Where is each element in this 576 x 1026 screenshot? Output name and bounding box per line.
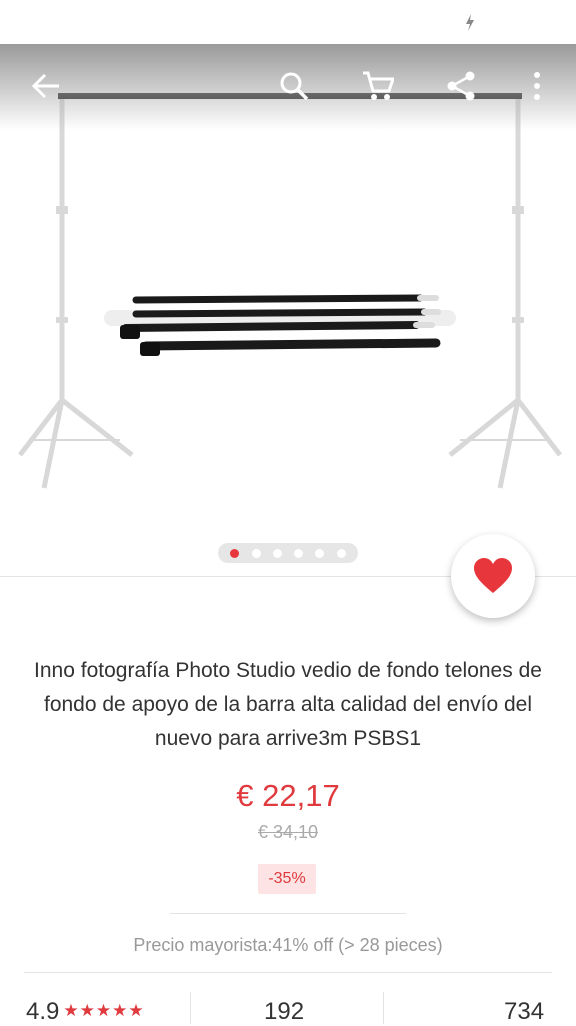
rating-summary[interactable]: 4.9 ★★★★★ (26, 998, 145, 1026)
pagination-dot[interactable] (230, 548, 240, 558)
share-button[interactable] (441, 66, 481, 106)
network-indicator: 3G ↑↓ (396, 4, 417, 30)
heart-icon (474, 558, 512, 593)
wishlist-count[interactable]: 734 (504, 998, 544, 1026)
discount-badge: -35% (258, 864, 316, 894)
wholesale-price-info[interactable]: Precio mayorista:41% off (> 28 pieces) (0, 935, 576, 956)
product-price: € 22,17 (236, 778, 340, 813)
more-vert-icon (534, 72, 540, 100)
crossbar-rods (104, 294, 456, 351)
product-title: Inno fotografía Photo Studio vedio de fo… (34, 659, 542, 750)
orders-count[interactable]: 192 (264, 998, 304, 1026)
gallery-pagination (218, 543, 358, 563)
status-bar: 3G ↑↓ 19:55 (0, 0, 576, 44)
divider (190, 992, 191, 1024)
cart-icon (363, 71, 394, 100)
signal-icon (426, 10, 452, 32)
pagination-dot[interactable] (294, 548, 304, 558)
cart-button[interactable] (358, 66, 398, 106)
share-icon (447, 71, 475, 101)
back-button[interactable] (26, 66, 66, 106)
add-to-wishlist-button[interactable] (451, 534, 535, 618)
product-stats: 4.9 ★★★★★ 192 734 (0, 990, 576, 1026)
toolbar (0, 44, 576, 130)
battery-charging-icon (462, 8, 478, 34)
search-icon (280, 72, 309, 101)
backdrop-stand-illustration (18, 96, 562, 489)
search-button[interactable] (274, 66, 314, 106)
more-options-button[interactable] (517, 66, 557, 106)
divider (383, 992, 384, 1024)
pagination-dot[interactable] (272, 548, 282, 558)
original-price: € 34,10 (257, 822, 319, 842)
divider (170, 913, 406, 914)
rating-stars-icon: ★★★★★ (63, 1001, 145, 1020)
rating-value: 4.9 (26, 998, 60, 1025)
pagination-dot[interactable] (336, 548, 346, 558)
divider (24, 972, 552, 973)
pagination-dot[interactable] (315, 548, 325, 558)
clock: 19:55 (492, 6, 558, 36)
pagination-dot[interactable] (251, 548, 261, 558)
arrow-left-icon (31, 73, 59, 99)
